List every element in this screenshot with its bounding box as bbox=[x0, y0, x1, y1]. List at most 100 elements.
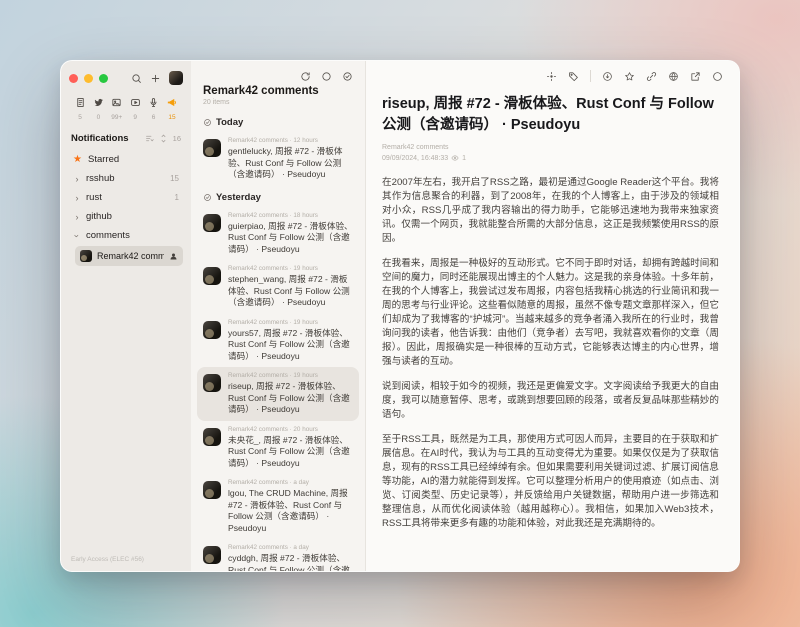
entry-title: riseup, 周报 #72 - 滑板体验、Rust Conf 与 Follow… bbox=[228, 381, 353, 416]
article-content: riseup, 周报 #72 - 滑板体验、Rust Conf 与 Follow… bbox=[366, 82, 739, 542]
category-unread-count: 9 bbox=[133, 114, 137, 121]
article-paragraph: 至于RSS工具，既然是为工具，那使用方式可因人而异，主要目的在于获取和扩展信息。… bbox=[382, 433, 719, 531]
folder-unread-count: 15 bbox=[170, 174, 179, 183]
article-body: 在2007年左右，我开启了RSS之路，最初是通过Google Reader这个平… bbox=[382, 176, 719, 531]
category-tab-audio[interactable]: 6 bbox=[146, 95, 162, 121]
article-timestamp: 09/09/2024, 16:48:33 bbox=[382, 155, 448, 162]
entry-avatar bbox=[203, 321, 221, 339]
list-item[interactable]: Remark42 comments · 19 hours riseup, 周报 #… bbox=[197, 367, 359, 421]
entry-meta: Remark42 comments · a day bbox=[228, 479, 353, 486]
sidebar-item-github[interactable]: ›github bbox=[69, 207, 183, 226]
sidebar-item-remark42-comments[interactable]: Remark42 comments bbox=[75, 246, 183, 266]
sidebar-item-label: rsshub bbox=[86, 173, 115, 184]
focus-mode-icon[interactable] bbox=[546, 71, 557, 82]
entry-body: Remark42 comments · 18 hoursguierpiao, 周… bbox=[228, 212, 353, 256]
pictures-icon bbox=[111, 95, 122, 113]
copy-link-icon[interactable] bbox=[646, 71, 657, 82]
more-options-icon[interactable] bbox=[712, 71, 723, 82]
entry-body: Remark42 comments · 19 hoursyours57, 周报 … bbox=[228, 319, 353, 363]
list-item[interactable]: Remark42 comments · 19 hoursyours57, 周报 … bbox=[197, 314, 359, 368]
list-item[interactable]: Remark42 comments · 20 hours未央花_, 周报 #72… bbox=[197, 421, 359, 475]
feed-title: Remark42 comments bbox=[203, 85, 353, 97]
add-subscription-icon[interactable] bbox=[150, 73, 161, 84]
sidebar: 5099+9615 Notifications 16 ★Starred›rssh… bbox=[61, 61, 191, 571]
category-unread-count: 0 bbox=[97, 114, 101, 121]
list-item[interactable]: Remark42 comments · a day lgou, The CRUD … bbox=[197, 474, 359, 539]
entry-body: Remark42 comments · 19 hoursstephen_wang… bbox=[228, 265, 353, 309]
search-icon[interactable] bbox=[131, 73, 142, 84]
section-title: Notifications bbox=[71, 133, 129, 144]
app-window: 5099+9615 Notifications 16 ★Starred›rssh… bbox=[60, 60, 740, 572]
tag-icon[interactable] bbox=[568, 71, 579, 82]
entry-title: yours57, 周报 #72 - 滑板体验、Rust Conf 与 Follo… bbox=[228, 328, 353, 363]
entry-avatar bbox=[203, 139, 221, 157]
open-in-browser-icon[interactable] bbox=[668, 71, 679, 82]
sidebar-item-rsshub[interactable]: › rsshub 15 bbox=[69, 169, 183, 188]
articles-icon bbox=[75, 95, 86, 113]
star-article-icon[interactable] bbox=[624, 71, 635, 82]
section-header-yesterday: Yesterday bbox=[197, 186, 359, 207]
article-pane: riseup, 周报 #72 - 滑板体验、Rust Conf 与 Follow… bbox=[366, 61, 739, 571]
article-toolbar bbox=[366, 61, 739, 82]
section-unread-count: 16 bbox=[173, 134, 181, 143]
article-feed-name: Remark42 comments bbox=[382, 144, 719, 151]
category-unread-count: 5 bbox=[78, 114, 82, 121]
folder-unread-count: 1 bbox=[175, 193, 179, 202]
sidebar-item-starred[interactable]: ★Starred bbox=[69, 150, 183, 169]
category-tab-articles[interactable]: 5 bbox=[72, 95, 88, 121]
notifications-section-header: Notifications 16 bbox=[71, 133, 181, 144]
sidebar-item-rust[interactable]: › rust 1 bbox=[69, 188, 183, 207]
article-view-count: 1 bbox=[462, 155, 466, 162]
list-item[interactable]: Remark42 comments · 12 hoursgentlelucky,… bbox=[197, 132, 359, 186]
category-tab-notifications[interactable]: 15 bbox=[164, 95, 180, 121]
chevron-right-icon[interactable]: › bbox=[73, 212, 81, 222]
list-toolbar bbox=[191, 69, 365, 84]
feed-label: Remark42 comments bbox=[97, 251, 164, 261]
collapse-all-icon[interactable] bbox=[159, 134, 168, 143]
zoom-window-button[interactable] bbox=[99, 74, 108, 83]
entry-meta: Remark42 comments · 19 hours bbox=[228, 265, 353, 272]
entry-avatar bbox=[203, 481, 221, 499]
sort-icon[interactable] bbox=[145, 134, 154, 143]
chevron-right-icon[interactable]: › bbox=[73, 193, 81, 203]
chevron-down-icon[interactable]: › bbox=[72, 232, 82, 240]
category-tab-pictures[interactable]: 99+ bbox=[109, 95, 125, 121]
user-avatar[interactable] bbox=[169, 71, 183, 85]
videos-icon bbox=[130, 95, 141, 113]
list-item[interactable]: Remark42 comments · a daycyddgh, 周报 #72 … bbox=[197, 539, 359, 571]
check-circle-icon[interactable] bbox=[203, 193, 212, 202]
toolbar-divider bbox=[590, 70, 591, 82]
chevron-right-icon[interactable]: › bbox=[73, 174, 81, 184]
category-tab-videos[interactable]: 9 bbox=[127, 95, 143, 121]
entry-avatar bbox=[203, 428, 221, 446]
mark-all-read-icon[interactable] bbox=[342, 69, 353, 84]
article-meta: 09/09/2024, 16:48:33 1 bbox=[382, 154, 719, 162]
entry-body: Remark42 comments · 19 hours riseup, 周报 #… bbox=[228, 372, 353, 416]
sidebar-item-comments[interactable]: ›comments bbox=[69, 226, 183, 245]
article-paragraph: 在2007年左右，我开启了RSS之路，最初是通过Google Reader这个平… bbox=[382, 176, 719, 246]
article-paragraph: 说到阅读，相较于如今的视频，我还是更偏爱文字。文字阅读给予我更大的自由度，我可以… bbox=[382, 380, 719, 422]
category-tab-social[interactable]: 0 bbox=[90, 95, 106, 121]
article-paragraph: 在我看来，周报是一种极好的互动形式。它不同于即时对话，却拥有跨越时间和空间的魔力… bbox=[382, 257, 719, 369]
entry-meta: Remark42 comments · 12 hours bbox=[228, 137, 353, 144]
list-item[interactable]: Remark42 comments · 18 hoursguierpiao, 周… bbox=[197, 207, 359, 261]
entry-title: 未央花_, 周报 #72 - 滑板体验、Rust Conf 与 Follow 公… bbox=[228, 435, 353, 470]
entry-avatar bbox=[203, 214, 221, 232]
download-icon[interactable] bbox=[602, 71, 613, 82]
refresh-icon[interactable] bbox=[300, 69, 311, 84]
entry-meta: Remark42 comments · 18 hours bbox=[228, 212, 353, 219]
sidebar-item-label: rust bbox=[86, 192, 102, 203]
check-circle-icon[interactable] bbox=[203, 118, 212, 127]
minimize-window-button[interactable] bbox=[84, 74, 93, 83]
entry-title: cyddgh, 周报 #72 - 滑板体验、Rust Conf 与 Follow… bbox=[228, 553, 353, 571]
star-icon: ★ bbox=[73, 155, 83, 165]
list-item[interactable]: Remark42 comments · 19 hoursstephen_wang… bbox=[197, 260, 359, 314]
close-window-button[interactable] bbox=[69, 74, 78, 83]
feed-tree: ★Starred › rsshub 15 › rust 1 ›github›comments bbox=[69, 150, 183, 245]
item-count: 20 items bbox=[203, 99, 353, 106]
unread-only-toggle-icon[interactable] bbox=[321, 69, 332, 84]
share-icon[interactable] bbox=[690, 71, 701, 82]
entry-meta: Remark42 comments · 19 hours bbox=[228, 372, 353, 379]
social-icon bbox=[93, 95, 104, 113]
entry-title: lgou, The CRUD Machine, 周报 #72 - 滑板体验、Ru… bbox=[228, 488, 353, 534]
